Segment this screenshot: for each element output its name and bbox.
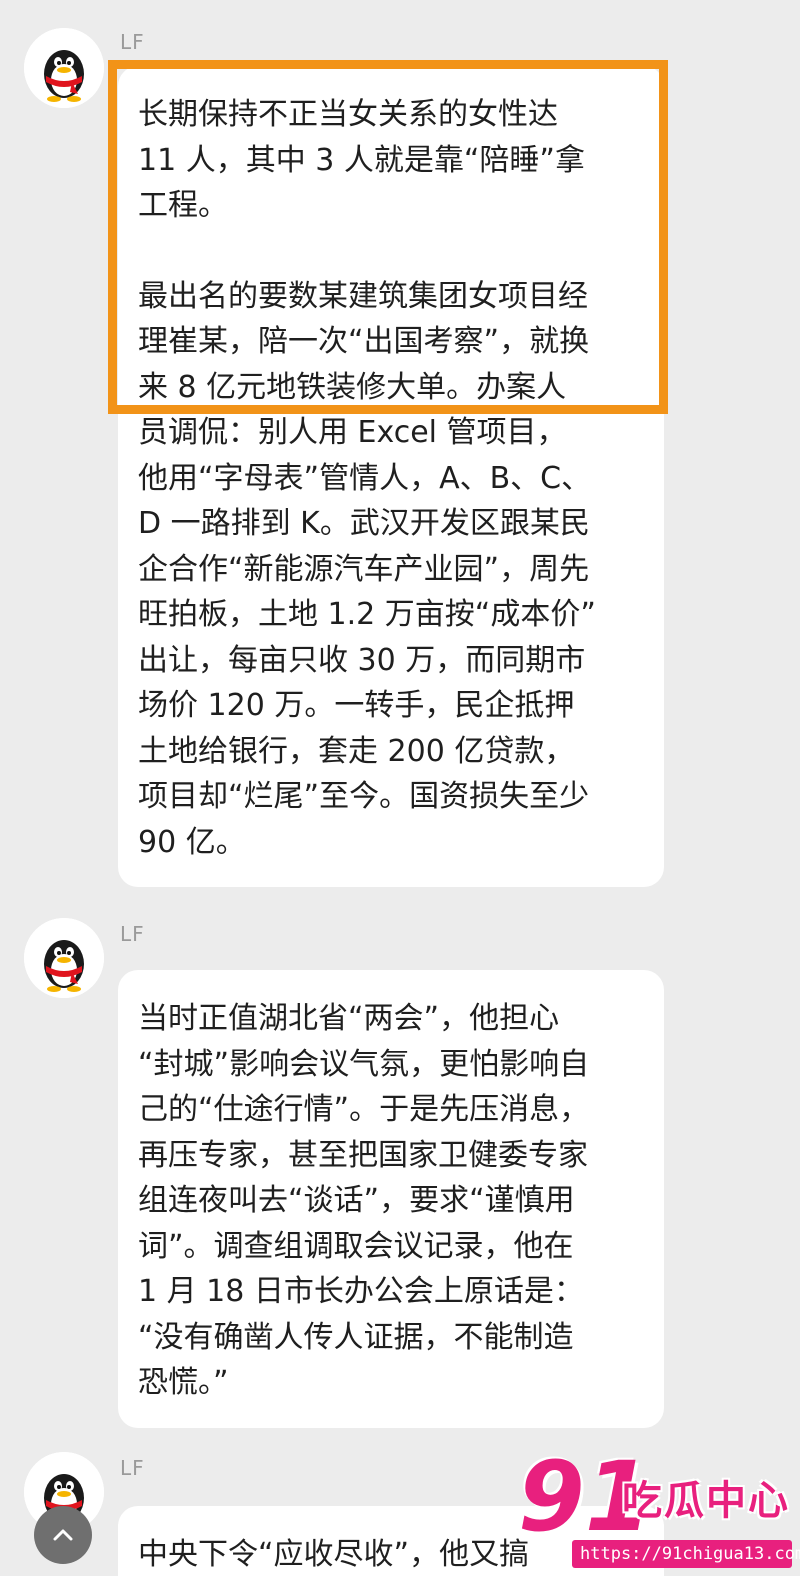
sender-name: LF [120,922,145,946]
chevron-up-icon [53,1529,73,1541]
watermark-title: 吃瓜中心 [622,1478,790,1524]
message-text: 长期保持不正当女关系的女性达 11 人，其中 3 人就是靠“陪睡”拿 工程。 [138,97,585,223]
message-bubble[interactable]: 当时正值湖北省“两会”，他担心 “封城”影响会议气氛，更怕影响自 己的“仕途行情… [118,970,664,1428]
sender-name: LF [120,1456,145,1480]
qq-penguin-icon [24,918,104,998]
avatar[interactable] [24,918,104,998]
watermark: 91 吃瓜中心 https://91chigua13.com [512,1442,800,1572]
qq-penguin-icon [24,28,104,108]
message-text: 最出名的要数某建筑集团女项目经 理崔某，陪一次“出国考察”，就换 来 8 亿元地… [138,278,596,860]
message-bubble[interactable]: 长期保持不正当女关系的女性达 11 人，其中 3 人就是靠“陪睡”拿 工程。 最… [118,66,664,887]
avatar[interactable] [24,28,104,108]
watermark-url: https://91chigua13.com [572,1540,800,1568]
sender-name: LF [120,30,145,54]
message-text: 当时正值湖北省“两会”，他担心 “封城”影响会议气氛，更怕影响自 己的“仕途行情… [138,1001,590,1400]
scroll-top-button[interactable] [34,1506,92,1564]
chat-screen: LF 长期保持不正当女关系的女性达 11 人，其中 3 人就是靠“陪睡”拿 工程… [0,0,800,1576]
